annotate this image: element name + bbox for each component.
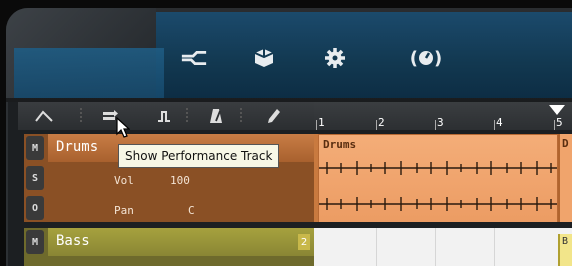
- waveform-upper: [319, 161, 557, 175]
- ruler-tick: [494, 120, 495, 130]
- waveform-lower: [319, 197, 557, 211]
- pan-label: Pan: [114, 204, 134, 217]
- ruler-tick: [376, 120, 377, 130]
- vol-value[interactable]: 100: [170, 174, 190, 187]
- track-name: Bass: [56, 233, 90, 249]
- solo-button[interactable]: S: [26, 166, 44, 190]
- metronome-tool-icon[interactable]: [204, 105, 228, 127]
- clip-label: B: [562, 236, 569, 247]
- midi-clip-bass-next[interactable]: B: [558, 234, 572, 266]
- toolbar-separator: [240, 108, 242, 124]
- track-lane-drums[interactable]: Drums D: [314, 134, 572, 224]
- output-button[interactable]: O: [26, 196, 44, 220]
- grid-line: [435, 228, 436, 266]
- track-header-bass[interactable]: M Bass 2: [24, 228, 314, 266]
- ruler-bar-2: 2: [378, 116, 385, 129]
- audio-clip-drums[interactable]: Drums: [318, 134, 558, 224]
- grid-line: [494, 228, 495, 266]
- clip-label: D: [562, 137, 569, 150]
- performance-knob-icon[interactable]: ( ): [404, 44, 448, 72]
- app-frame: ( ) 1 2 3 4 5 M S O Drums Vol 100 Pan C …: [0, 0, 572, 266]
- tool-bar: [18, 102, 314, 130]
- ruler-tick: [435, 120, 436, 130]
- mute-button[interactable]: M: [26, 136, 44, 160]
- clip-label: Drums: [323, 138, 357, 151]
- ruler-bar-1: 1: [318, 116, 325, 129]
- track-lane-bass[interactable]: B: [314, 228, 572, 266]
- mute-button[interactable]: M: [26, 230, 44, 254]
- pan-value[interactable]: C: [188, 204, 195, 217]
- playhead-marker[interactable]: [549, 102, 565, 121]
- step-tool-icon[interactable]: [152, 105, 176, 127]
- mouse-cursor-icon: [116, 116, 131, 143]
- grid-line: [376, 228, 377, 266]
- ruler-bar-3: 3: [437, 116, 444, 129]
- pencil-tool-icon[interactable]: [262, 105, 286, 127]
- track-name-bar: Bass 2: [48, 228, 314, 256]
- gear-icon[interactable]: [321, 44, 349, 72]
- routing-icon[interactable]: [180, 44, 208, 72]
- audio-clip-drums-next[interactable]: D: [558, 134, 572, 222]
- cube-icon[interactable]: [250, 44, 278, 72]
- toolbar-separator: [186, 108, 188, 124]
- ruler-bar-4: 4: [496, 116, 503, 129]
- header-bar: ( ): [6, 8, 572, 102]
- toolbar-separator: [80, 108, 82, 124]
- ruler-tick: [554, 120, 555, 130]
- paren-left: (: [409, 47, 418, 69]
- automation-curve-tool-icon[interactable]: [32, 105, 56, 127]
- paren-right: ): [434, 47, 443, 69]
- track-name: Drums: [56, 139, 99, 155]
- header-glow: [14, 48, 164, 98]
- ruler-tick: [316, 120, 317, 130]
- timeline-ruler[interactable]: 1 2 3 4 5: [314, 102, 572, 130]
- vol-label: Vol: [114, 174, 134, 187]
- track-number-badge: 2: [298, 234, 310, 250]
- tooltip: Show Performance Track: [118, 144, 280, 168]
